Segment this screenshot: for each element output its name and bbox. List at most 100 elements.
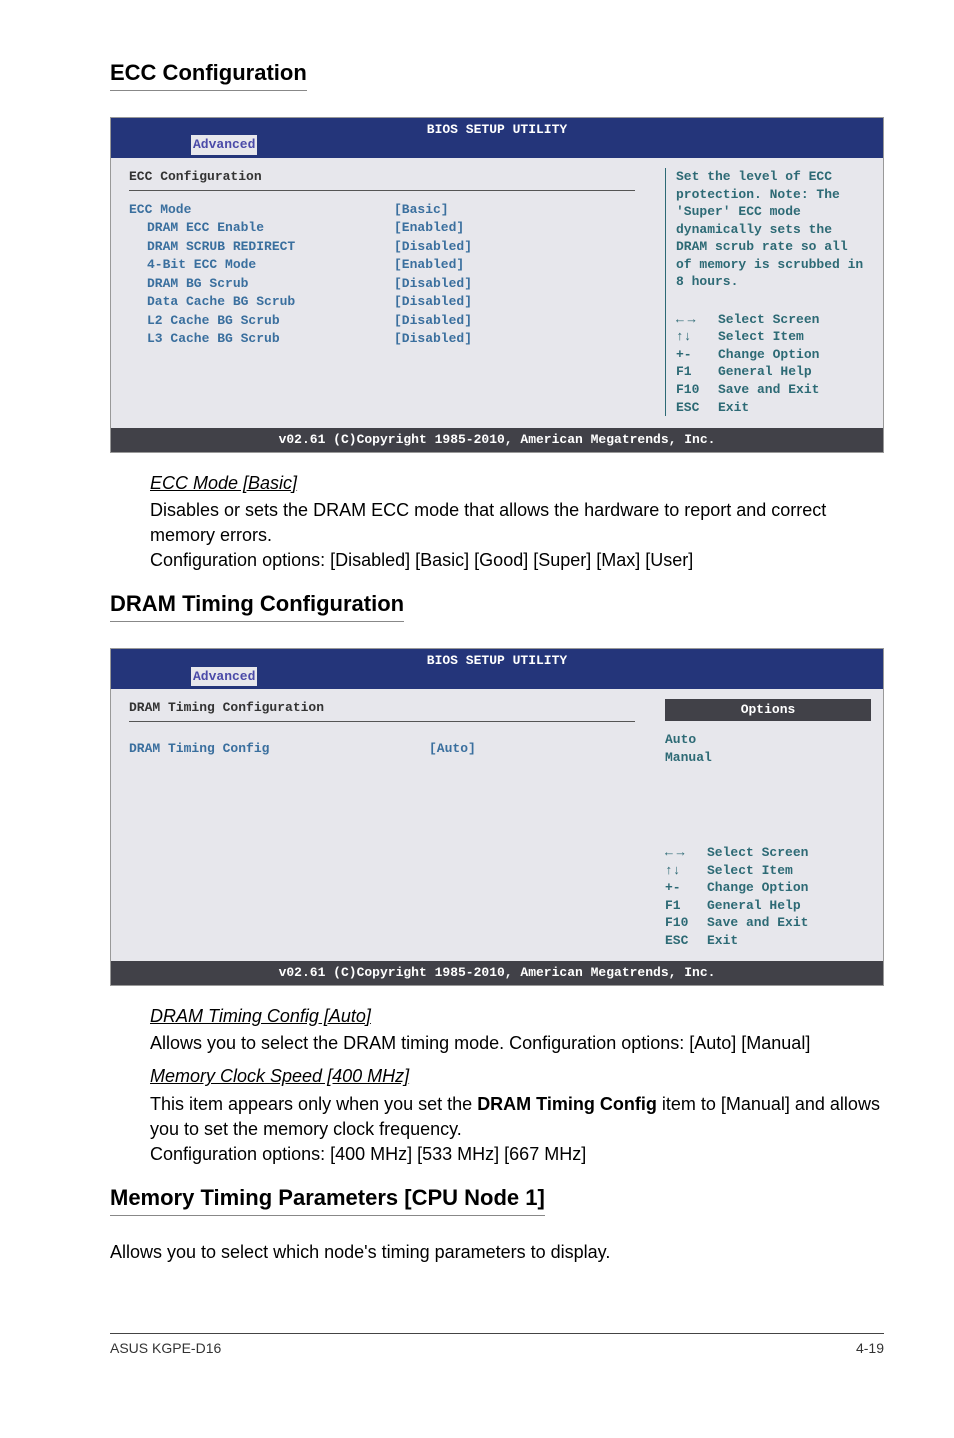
setting-label: Data Cache BG Scrub <box>129 293 394 311</box>
setting-label: 4-Bit ECC Mode <box>129 256 394 274</box>
nav-select-screen: Select Screen <box>707 844 808 862</box>
page-footer: ASUS KGPE-D16 4-19 <box>110 1333 884 1356</box>
setting-label: ECC Mode <box>129 201 394 219</box>
setting-row[interactable]: L2 Cache BG Scrub [Disabled] <box>129 312 635 330</box>
ecc-mode-heading: ECC Mode [Basic] <box>150 471 884 496</box>
nav-key-plusminus: +- <box>665 879 707 897</box>
section-heading-ecc: ECC Configuration <box>110 60 307 91</box>
bios-right-inner: Options Auto Manual Select Screen Select… <box>665 699 871 949</box>
bios-subheading: DRAM Timing Configuration <box>129 699 635 717</box>
setting-value: [Auto] <box>429 740 476 758</box>
setting-label: L3 Cache BG Scrub <box>129 330 394 348</box>
nav-change-option: Change Option <box>718 346 819 364</box>
bios-right-inner: Set the level of ECC protection. Note: T… <box>665 168 871 416</box>
setting-row[interactable]: 4-Bit ECC Mode [Enabled] <box>129 256 635 274</box>
setting-value: [Enabled] <box>394 219 464 237</box>
nav-key-plusminus: +- <box>676 346 718 364</box>
bios-header: BIOS SETUP UTILITY Advanced <box>111 118 883 158</box>
setting-value: [Disabled] <box>394 330 472 348</box>
option-manual[interactable]: Manual <box>665 749 871 767</box>
footer-left: ASUS KGPE-D16 <box>110 1340 221 1356</box>
setting-label: DRAM ECC Enable <box>129 219 394 237</box>
nav-general-help: General Help <box>707 897 801 915</box>
nav-key-f10: F10 <box>665 914 707 932</box>
nav-hints: Select Screen Select Item +-Change Optio… <box>665 844 871 949</box>
bios-panel-dram: BIOS SETUP UTILITY Advanced DRAM Timing … <box>110 648 884 986</box>
options-header: Options <box>665 699 871 721</box>
nav-select-item: Select Item <box>718 328 804 346</box>
option-auto[interactable]: Auto <box>665 731 871 749</box>
ecc-description: ECC Mode [Basic] Disables or sets the DR… <box>150 471 884 574</box>
setting-row[interactable]: L3 Cache BG Scrub [Disabled] <box>129 330 635 348</box>
bios-tab-advanced[interactable]: Advanced <box>191 135 257 155</box>
nav-key-f10: F10 <box>676 381 718 399</box>
ecc-line1: Disables or sets the DRAM ECC mode that … <box>150 498 884 548</box>
dram-line2: This item appears only when you set the … <box>150 1092 884 1142</box>
section-heading-wrap: Memory Timing Parameters [CPU Node 1] <box>110 1185 884 1228</box>
setting-value: [Disabled] <box>394 275 472 293</box>
nav-hints: Select Screen Select Item +-Change Optio… <box>676 311 871 416</box>
bios-body: DRAM Timing Configuration DRAM Timing Co… <box>111 689 883 961</box>
bios-header: BIOS SETUP UTILITY Advanced <box>111 649 883 689</box>
nav-exit: Exit <box>707 932 738 950</box>
arrow-lr-icon <box>665 844 707 862</box>
setting-row[interactable]: ECC Mode [Basic] <box>129 201 635 219</box>
bios-right-pane: Options Auto Manual Select Screen Select… <box>653 689 883 961</box>
nav-save-exit: Save and Exit <box>707 914 808 932</box>
setting-label: L2 Cache BG Scrub <box>129 312 394 330</box>
bios-body: ECC Configuration ECC Mode [Basic] DRAM … <box>111 158 883 428</box>
bios-footer: v02.61 (C)Copyright 1985-2010, American … <box>111 961 883 985</box>
dram-l2b: DRAM Timing Config <box>477 1094 657 1114</box>
arrow-ud-icon <box>676 328 718 346</box>
divider <box>129 721 635 722</box>
bios-subheading: ECC Configuration <box>129 168 635 186</box>
nav-key-f1: F1 <box>665 897 707 915</box>
setting-row[interactable]: DRAM ECC Enable [Enabled] <box>129 219 635 237</box>
nav-key-esc: ESC <box>676 399 718 417</box>
section-heading-wrap: ECC Configuration <box>110 60 884 103</box>
footer-right: 4-19 <box>856 1340 884 1356</box>
setting-value: [Disabled] <box>394 293 472 311</box>
dram-line1: Allows you to select the DRAM timing mod… <box>150 1031 884 1056</box>
bios-tab-advanced[interactable]: Advanced <box>191 667 257 687</box>
help-text: Set the level of ECC protection. Note: T… <box>676 168 871 291</box>
arrow-ud-icon <box>665 862 707 880</box>
nav-select-screen: Select Screen <box>718 311 819 329</box>
bios-left-pane: ECC Configuration ECC Mode [Basic] DRAM … <box>111 158 653 428</box>
dram-description: DRAM Timing Config [Auto] Allows you to … <box>150 1004 884 1167</box>
dram-l2a: This item appears only when you set the <box>150 1094 477 1114</box>
setting-value: [Disabled] <box>394 238 472 256</box>
ecc-line2: Configuration options: [Disabled] [Basic… <box>150 548 884 573</box>
dram-config-heading: DRAM Timing Config [Auto] <box>150 1004 884 1029</box>
nav-select-item: Select Item <box>707 862 793 880</box>
setting-value: [Enabled] <box>394 256 464 274</box>
memtiming-body: Allows you to select which node's timing… <box>110 1242 884 1263</box>
setting-value: [Basic] <box>394 201 449 219</box>
setting-label: DRAM Timing Config <box>129 740 429 758</box>
bios-panel-ecc: BIOS SETUP UTILITY Advanced ECC Configur… <box>110 117 884 453</box>
setting-row[interactable]: DRAM SCRUB REDIRECT [Disabled] <box>129 238 635 256</box>
setting-row[interactable]: Data Cache BG Scrub [Disabled] <box>129 293 635 311</box>
dram-line3: Configuration options: [400 MHz] [533 MH… <box>150 1142 884 1167</box>
bios-right-pane: Set the level of ECC protection. Note: T… <box>653 158 883 428</box>
section-heading-wrap: DRAM Timing Configuration <box>110 591 884 634</box>
nav-save-exit: Save and Exit <box>718 381 819 399</box>
spacer <box>665 766 871 824</box>
setting-label: DRAM BG Scrub <box>129 275 394 293</box>
arrow-lr-icon <box>676 311 718 329</box>
divider <box>129 190 635 191</box>
section-heading-dram: DRAM Timing Configuration <box>110 591 404 622</box>
setting-row[interactable]: DRAM Timing Config [Auto] <box>129 740 635 758</box>
nav-key-f1: F1 <box>676 363 718 381</box>
nav-general-help: General Help <box>718 363 812 381</box>
page-content: ECC Configuration BIOS SETUP UTILITY Adv… <box>0 0 954 1386</box>
bios-left-pane: DRAM Timing Configuration DRAM Timing Co… <box>111 689 653 961</box>
setting-row[interactable]: DRAM BG Scrub [Disabled] <box>129 275 635 293</box>
nav-exit: Exit <box>718 399 749 417</box>
bios-footer: v02.61 (C)Copyright 1985-2010, American … <box>111 428 883 452</box>
section-heading-memtiming: Memory Timing Parameters [CPU Node 1] <box>110 1185 545 1216</box>
nav-change-option: Change Option <box>707 879 808 897</box>
memory-clock-heading: Memory Clock Speed [400 MHz] <box>150 1064 884 1089</box>
setting-label: DRAM SCRUB REDIRECT <box>129 238 394 256</box>
nav-key-esc: ESC <box>665 932 707 950</box>
